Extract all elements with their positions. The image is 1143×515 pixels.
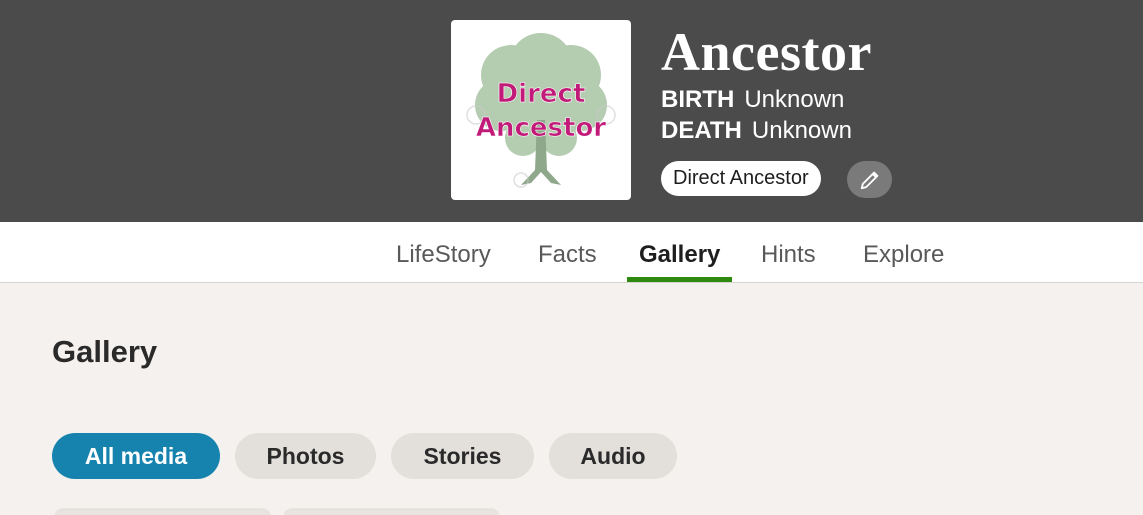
- media-card[interactable]: [55, 510, 270, 515]
- active-tab-indicator: [627, 277, 732, 282]
- tab-bar: LifeStory Facts Gallery Hints Explore: [0, 222, 1143, 283]
- filter-all-media[interactable]: All media: [52, 433, 220, 479]
- death-label: DEATH: [661, 117, 742, 144]
- death-value: Unknown: [751, 117, 852, 144]
- tab-lifestory[interactable]: LifeStory: [396, 222, 491, 282]
- death-fact: DEATH Unknown: [661, 116, 852, 146]
- person-name: Ancestor: [661, 22, 872, 82]
- media-card[interactable]: [284, 510, 499, 515]
- photo-text-line1: Direct: [497, 79, 586, 109]
- tab-explore[interactable]: Explore: [863, 222, 944, 282]
- tree-logo-image: Direct Ancestor: [466, 33, 616, 188]
- filter-stories[interactable]: Stories: [391, 433, 534, 479]
- direct-ancestor-badge[interactable]: Direct Ancestor: [661, 161, 821, 196]
- gallery-title: Gallery: [52, 334, 158, 369]
- filter-photos[interactable]: Photos: [235, 433, 376, 479]
- photo-text-line2: Ancestor: [476, 113, 606, 143]
- pencil-icon: [860, 171, 878, 189]
- birth-value: Unknown: [744, 86, 845, 113]
- edit-profile-button[interactable]: [847, 161, 892, 198]
- tab-facts[interactable]: Facts: [538, 222, 597, 282]
- tab-gallery[interactable]: Gallery: [639, 222, 720, 282]
- birth-label: BIRTH: [661, 86, 735, 113]
- filter-audio[interactable]: Audio: [549, 433, 677, 479]
- birth-fact: BIRTH Unknown: [661, 85, 844, 115]
- tab-hints[interactable]: Hints: [761, 222, 816, 282]
- profile-photo[interactable]: Direct Ancestor: [451, 20, 631, 200]
- profile-header: Direct Ancestor Ancestor BIRTH Unknown DE…: [0, 0, 1143, 222]
